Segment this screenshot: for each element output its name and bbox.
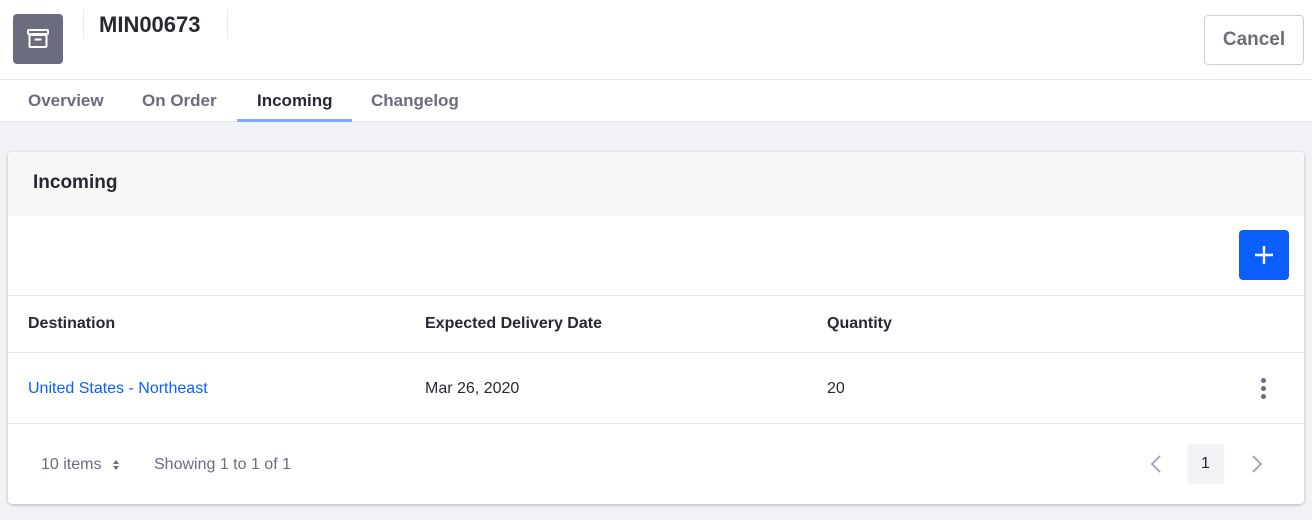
add-button[interactable]: [1239, 230, 1289, 280]
header-divider: [83, 10, 84, 38]
header-divider: [227, 10, 228, 38]
chevron-left-icon: [1150, 455, 1161, 473]
kebab-menu-icon[interactable]: [1253, 376, 1273, 400]
page-size-label: 10 items: [41, 456, 102, 473]
header-row-divider: [8, 352, 1304, 353]
column-header-destination[interactable]: Destination: [28, 315, 115, 333]
page-title: MIN00673: [99, 12, 201, 37]
tab-incoming[interactable]: Incoming: [237, 80, 352, 122]
previous-page-button[interactable]: [1146, 452, 1166, 476]
row-divider: [8, 423, 1304, 424]
pagination-results: Showing 1 to 1 of 1: [154, 456, 291, 473]
next-page-button[interactable]: [1247, 452, 1267, 476]
page-1-button[interactable]: 1: [1187, 444, 1224, 484]
card-header: Incoming: [8, 152, 1304, 216]
cancel-button[interactable]: Cancel: [1204, 15, 1304, 65]
incoming-card: Incoming Destination Expected Delivery D…: [8, 152, 1304, 504]
column-header-expected-delivery-date[interactable]: Expected Delivery Date: [425, 315, 602, 333]
tab-bar: Overview On Order Incoming Changelog: [0, 80, 1312, 122]
table-top-divider: [8, 295, 1304, 296]
sort-caret-icon: [112, 459, 119, 470]
tab-changelog[interactable]: Changelog: [351, 80, 479, 122]
tab-overview[interactable]: Overview: [8, 80, 124, 122]
chevron-right-icon: [1252, 455, 1263, 473]
page-header: MIN00673 Cancel: [0, 0, 1312, 80]
column-header-quantity[interactable]: Quantity: [827, 315, 892, 333]
expected-delivery-date-cell: Mar 26, 2020: [425, 380, 520, 397]
tab-on-order[interactable]: On Order: [122, 80, 237, 122]
page-size-select[interactable]: 10 items: [41, 456, 120, 474]
archive-box-icon: [13, 14, 63, 64]
quantity-cell: 20: [827, 380, 845, 397]
card-title: Incoming: [33, 172, 118, 193]
plus-icon: [1255, 246, 1273, 264]
destination-link[interactable]: United States - Northeast: [28, 380, 208, 398]
